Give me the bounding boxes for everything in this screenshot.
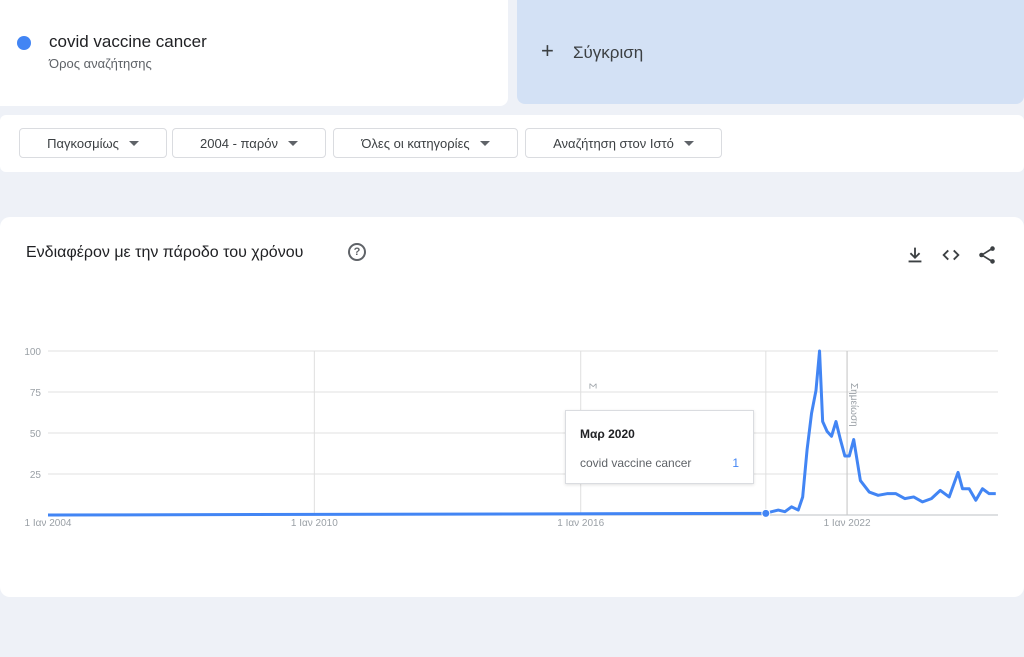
- hover-point: [761, 508, 771, 518]
- plus-icon: +: [541, 38, 554, 63]
- interest-over-time-card: Ενδιαφέρον με την πάροδο του χρόνου ? 25…: [0, 217, 1024, 597]
- y-tick-label: 50: [30, 429, 42, 440]
- category-filter-label: Όλες οι κατηγορίες: [361, 135, 470, 151]
- x-tick-label: 1 Ιαν 2010: [291, 518, 338, 529]
- help-icon[interactable]: ?: [348, 243, 366, 261]
- share-icon[interactable]: [976, 244, 998, 266]
- compare-button[interactable]: + Σύγκριση: [517, 0, 1024, 104]
- dropdown-caret-icon: [287, 140, 298, 146]
- dropdown-caret-icon: [128, 140, 139, 146]
- dropdown-caret-icon: [683, 140, 694, 146]
- filter-bar: Παγκοσμίως 2004 - παρόν Όλες οι κατηγορί…: [0, 115, 1024, 172]
- tooltip-date: Μαρ 2020: [580, 427, 635, 441]
- trend-line-chart: 25 50 75 100 1 Ιαν 2004 1 Ιαν 2010 1 Ιαν 2016 1…: [24, 347, 998, 529]
- term-name: covid vaccine cancer: [49, 32, 207, 51]
- time-range-filter[interactable]: 2004 - παρόν: [172, 128, 326, 158]
- x-tick-label: 1 Ιαν 2022: [824, 518, 871, 529]
- tooltip-term: covid vaccine cancer: [580, 456, 692, 470]
- region-filter[interactable]: Παγκοσμίως: [19, 128, 167, 158]
- dropdown-caret-icon: [479, 140, 490, 146]
- category-filter[interactable]: Όλες οι κατηγορίες: [333, 128, 518, 158]
- embed-icon[interactable]: [940, 244, 962, 266]
- chart-tooltip: Μαρ 2020 covid vaccine cancer 1: [565, 410, 754, 484]
- tooltip-value: 1: [732, 456, 739, 470]
- x-tick-label: 1 Ιαν 2016: [557, 518, 604, 529]
- term-subtitle: Όρος αναζήτησης: [49, 56, 152, 71]
- y-tick-label: 75: [30, 388, 42, 399]
- compare-label: Σύγκριση: [573, 43, 644, 62]
- term-color-dot: [17, 36, 31, 50]
- y-tick-label: 100: [24, 347, 41, 358]
- time-range-filter-label: 2004 - παρόν: [200, 135, 278, 151]
- search-term-card[interactable]: covid vaccine cancer Όρος αναζήτησης: [0, 0, 508, 106]
- annotation-label-partial: Σ: [587, 383, 598, 389]
- region-filter-label: Παγκοσμίως: [47, 135, 119, 151]
- annotation-label: Σημείωση: [848, 383, 860, 427]
- download-icon[interactable]: [904, 244, 926, 266]
- y-tick-label: 25: [30, 470, 42, 481]
- x-tick-label: 1 Ιαν 2004: [25, 518, 72, 529]
- search-type-filter-label: Αναζήτηση στον Ιστό: [553, 135, 674, 151]
- search-type-filter[interactable]: Αναζήτηση στον Ιστό: [525, 128, 722, 158]
- chart-section-title: Ενδιαφέρον με την πάροδο του χρόνου: [26, 244, 304, 261]
